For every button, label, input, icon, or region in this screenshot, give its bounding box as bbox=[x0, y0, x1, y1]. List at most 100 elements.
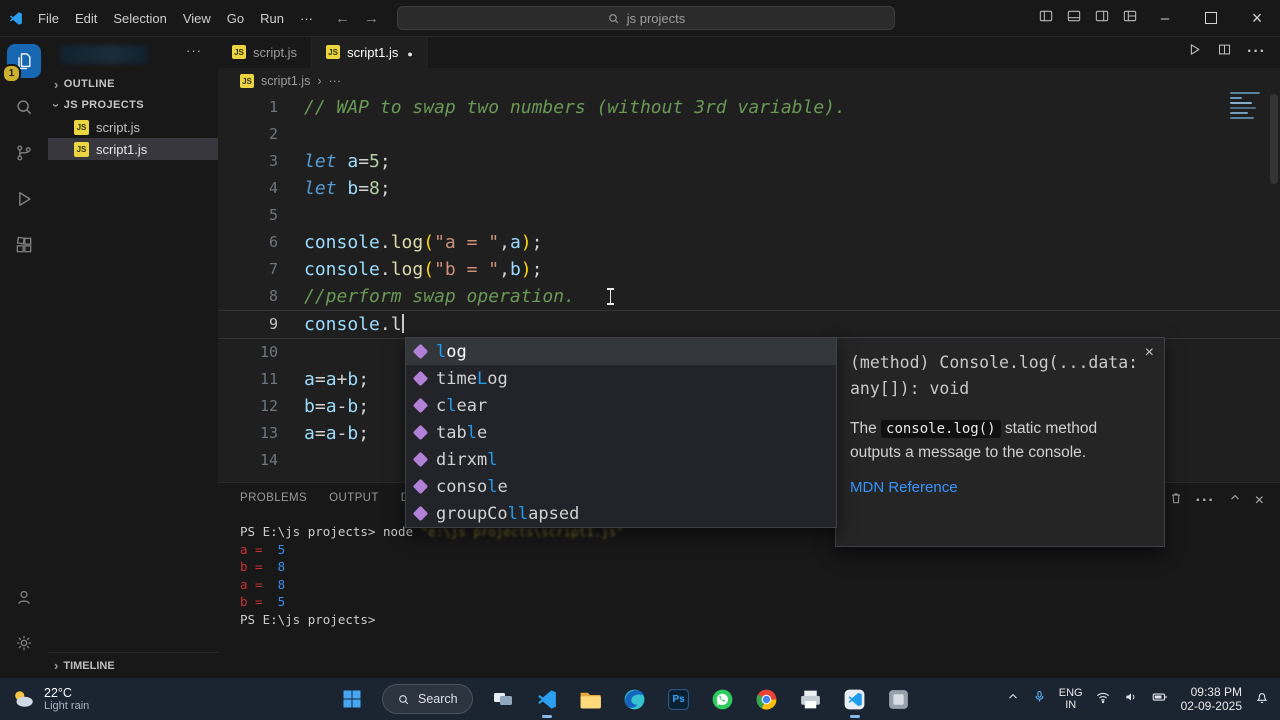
suggestion-log[interactable]: log bbox=[406, 338, 836, 365]
minimap[interactable] bbox=[1230, 92, 1266, 146]
extensions-icon[interactable] bbox=[7, 228, 41, 262]
tray-overflow-chevron-icon[interactable] bbox=[1006, 690, 1020, 709]
code-line-3[interactable]: 3 let a=5; bbox=[218, 148, 1280, 175]
window-maximize-button[interactable] bbox=[1188, 0, 1234, 36]
suggestion-dirxml[interactable]: dirxml bbox=[406, 446, 836, 473]
suggestion-console[interactable]: console bbox=[406, 473, 836, 500]
navigate-forward-icon[interactable]: → bbox=[364, 10, 379, 27]
suggestion-clear[interactable]: clear bbox=[406, 392, 836, 419]
vscode-icon[interactable] bbox=[533, 685, 561, 718]
suggestion-groupcollapsed[interactable]: groupCollapsed bbox=[406, 500, 836, 527]
close-panel-icon[interactable]: × bbox=[1255, 492, 1264, 510]
code-line-6[interactable]: 6 console.log("a = ",a); bbox=[218, 229, 1280, 256]
menu-file[interactable]: File bbox=[30, 7, 67, 30]
line-number: 13 bbox=[259, 424, 278, 442]
breadcrumb-more[interactable]: ··· bbox=[329, 74, 342, 88]
navigate-back-icon[interactable]: ← bbox=[335, 10, 350, 27]
clock[interactable]: 09:38 PM 02-09-2025 bbox=[1181, 685, 1242, 713]
menu-more[interactable]: ··· bbox=[292, 7, 321, 30]
file-item-script1.js[interactable]: JS script1.js bbox=[48, 138, 218, 160]
code-token: . bbox=[379, 259, 391, 280]
breadcrumb[interactable]: JS script1.js › ··· bbox=[218, 68, 1280, 94]
code-text: let a=5; bbox=[304, 148, 391, 175]
notifications-bell-icon[interactable] bbox=[1254, 689, 1270, 710]
gray-app-icon[interactable] bbox=[885, 685, 913, 713]
menu-selection[interactable]: Selection bbox=[105, 7, 174, 30]
explorer-view-icon[interactable]: 1 bbox=[2, 44, 41, 83]
menu-run[interactable]: Run bbox=[252, 7, 292, 30]
suggestion-table[interactable]: table bbox=[406, 419, 836, 446]
window-close-button[interactable] bbox=[1234, 0, 1280, 36]
split-editor-icon[interactable] bbox=[1217, 42, 1232, 62]
tab-script1.js[interactable]: JS script1.js bbox=[312, 36, 428, 68]
code-line-2[interactable]: 2 bbox=[218, 121, 1280, 148]
timeline-section-header[interactable]: TIMELINE bbox=[48, 652, 218, 678]
toggle-panel-icon[interactable] bbox=[1066, 8, 1082, 29]
file-explorer-icon[interactable] bbox=[577, 685, 605, 713]
weather-temp: 22°C bbox=[44, 685, 72, 700]
source-control-icon[interactable] bbox=[7, 136, 41, 170]
search-view-icon[interactable] bbox=[7, 90, 41, 124]
toggle-primary-sidebar-icon[interactable] bbox=[1038, 8, 1054, 29]
code-line-8[interactable]: 8 //perform swap operation. bbox=[218, 283, 1280, 310]
command-center-search[interactable]: js projects bbox=[397, 6, 895, 30]
code-token: l bbox=[390, 314, 402, 335]
title-bar: File Edit Selection View Go Run ··· ← → js pro… bbox=[0, 0, 1280, 37]
terminal-token: 5 bbox=[270, 594, 286, 609]
wifi-icon[interactable] bbox=[1095, 689, 1111, 710]
photoshop-icon[interactable]: Ps bbox=[665, 685, 693, 713]
code-line-1[interactable]: 1 // WAP to swap two numbers (without 3rd… bbox=[218, 94, 1280, 121]
code-token: //perform swap operation. bbox=[304, 286, 575, 307]
method-icon bbox=[412, 370, 429, 387]
code-line-9[interactable]: 9 console.l bbox=[218, 310, 1280, 339]
weather-widget[interactable]: 22°C Light rain bbox=[0, 686, 89, 713]
sidebar-more-actions[interactable]: ··· bbox=[186, 43, 202, 58]
toggle-secondary-sidebar-icon[interactable] bbox=[1094, 8, 1110, 29]
close-icon[interactable]: × bbox=[1145, 344, 1154, 362]
menu-view[interactable]: View bbox=[175, 7, 219, 30]
panel-tab-problems[interactable]: PROBLEMS bbox=[240, 492, 307, 510]
volume-icon[interactable] bbox=[1123, 689, 1139, 710]
search-placeholder: js projects bbox=[626, 10, 686, 26]
customize-layout-icon[interactable] bbox=[1122, 8, 1138, 29]
suggestion-timelog[interactable]: timeLog bbox=[406, 365, 836, 392]
start-button[interactable] bbox=[338, 685, 366, 713]
code-line-7[interactable]: 7 console.log("b = ",b); bbox=[218, 256, 1280, 283]
edge-icon[interactable] bbox=[621, 685, 649, 713]
language-indicator[interactable]: ENG IN bbox=[1059, 687, 1083, 711]
panel-tab-output[interactable]: OUTPUT bbox=[329, 492, 379, 510]
kill-terminal-icon[interactable] bbox=[1169, 491, 1183, 510]
suggestion-label: groupCollapsed bbox=[436, 503, 580, 524]
panel-more-actions-icon[interactable] bbox=[1196, 492, 1215, 510]
outline-section-header[interactable]: OUTLINE bbox=[48, 74, 218, 94]
taskbar-search[interactable]: Search bbox=[382, 684, 473, 714]
tab-script.js[interactable]: JS script.js bbox=[218, 36, 313, 68]
run-file-icon[interactable] bbox=[1187, 42, 1202, 62]
project-section-header[interactable]: JS PROJECTS bbox=[48, 95, 218, 115]
window-minimize-button[interactable] bbox=[1142, 0, 1188, 36]
account-icon[interactable] bbox=[7, 580, 41, 614]
menu-edit[interactable]: Edit bbox=[67, 7, 105, 30]
vscode-light-icon[interactable] bbox=[841, 685, 869, 718]
breadcrumb-file[interactable]: script1.js bbox=[261, 74, 310, 88]
maximize-panel-icon[interactable] bbox=[1228, 491, 1242, 510]
editor-scrollbar[interactable] bbox=[1270, 94, 1278, 184]
mdn-reference-link[interactable]: MDN Reference bbox=[850, 479, 1150, 496]
code-line-5[interactable]: 5 bbox=[218, 202, 1280, 229]
code-token: ; bbox=[358, 423, 370, 444]
menu-go[interactable]: Go bbox=[219, 7, 252, 30]
file-item-script.js[interactable]: JS script.js bbox=[48, 116, 218, 138]
run-debug-icon[interactable] bbox=[7, 182, 41, 216]
task-view-icon[interactable] bbox=[489, 685, 517, 713]
battery-icon[interactable] bbox=[1151, 688, 1169, 711]
line-number: 12 bbox=[259, 397, 278, 415]
printer-icon[interactable] bbox=[797, 685, 825, 713]
mic-status-icon[interactable] bbox=[1032, 689, 1047, 709]
whatsapp-icon[interactable] bbox=[709, 685, 737, 713]
settings-gear-icon[interactable] bbox=[7, 626, 41, 660]
editor-more-actions-icon[interactable] bbox=[1247, 43, 1266, 61]
chrome-icon[interactable] bbox=[753, 685, 781, 713]
tab-label: script.js bbox=[253, 44, 298, 60]
breadcrumb-separator: › bbox=[317, 74, 322, 88]
code-line-4[interactable]: 4 let b=8; bbox=[218, 175, 1280, 202]
